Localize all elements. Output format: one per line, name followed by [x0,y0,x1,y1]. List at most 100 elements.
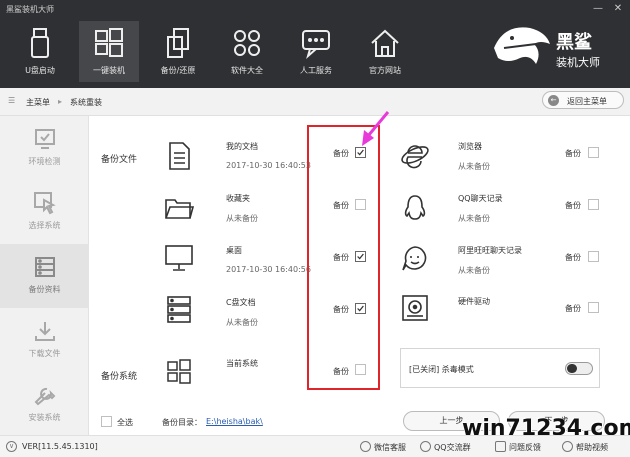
chevron-down-icon: ∨ [6,441,17,452]
item-status: 从未备份 [458,266,490,275]
backup-checkbox-qq[interactable] [588,199,599,210]
step-backup-data[interactable]: 备份资料 [0,244,89,308]
brand-logo: 黑鲨 装机大师 [490,18,620,76]
help-icon [562,441,573,452]
backup-label: 备份 [565,149,581,158]
step-sidebar: 环境检测 选择系统 备份资料 下载文件 安装系统 [0,116,89,435]
feedback-icon [495,441,506,452]
backup-checkbox-hardware-driver[interactable] [588,302,599,313]
nav-one-key-install[interactable]: 一键装机 [79,21,139,82]
annotation-arrow-icon [358,110,392,148]
backup-dir-link[interactable]: E:\heisha\bak\ [206,417,263,426]
minimize-button[interactable]: — [591,2,605,16]
item-status: 从未备份 [458,214,490,223]
feedback-link[interactable]: 问题反馈 [509,442,541,453]
windows-logo-icon [166,358,192,384]
copy-restore-icon [148,25,208,61]
nav-official-site[interactable]: 官方网站 [355,21,415,82]
step-label: 安装系统 [28,413,61,422]
item-name: C盘文档 [226,298,256,307]
ie-browser-icon [400,140,430,170]
version-text: VER[11.5.45.1310] [22,442,98,451]
item-name: 我的文档 [226,142,258,151]
item-name: 桌面 [226,246,242,255]
wrench-icon [0,383,89,407]
home-icon [355,25,415,61]
step-environment-check[interactable]: 环境检测 [0,116,89,180]
backup-label: 备份 [565,253,581,262]
antivirus-toggle[interactable] [565,362,593,375]
apps-grid-icon [217,25,277,61]
item-name: 收藏夹 [226,194,250,203]
antivirus-label: [已关闭] 杀毒模式 [409,365,474,374]
antivirus-mode-panel: [已关闭] 杀毒模式 [400,348,600,388]
item-name: 硬件驱动 [458,297,490,306]
breadcrumb-home[interactable]: 主菜单 [26,97,50,108]
nav-label: 一键装机 [93,66,125,75]
nav-label: 官方网站 [369,66,401,75]
item-status: 2017-10-30 16:40:56 [226,265,311,274]
item-status: 从未备份 [226,318,258,327]
nav-label: U盘启动 [25,66,55,75]
backup-checkbox-aliwangwang[interactable] [588,251,599,262]
back-to-menu-button[interactable]: ← 返回主菜单 [542,91,624,109]
backup-dir-label: 备份目录： [162,418,202,427]
item-name: QQ聊天记录 [458,194,503,203]
highlight-box [307,125,380,390]
breadcrumb-current: 系统重装 [70,98,102,107]
svg-text:黑鲨: 黑鲨 [556,31,592,53]
nav-manual-service[interactable]: 人工服务 [286,21,346,82]
nav-backup-restore[interactable]: 备份/还原 [148,21,208,82]
select-all-checkbox[interactable] [101,416,112,427]
monitor-check-icon [0,127,89,151]
step-download-files[interactable]: 下载文件 [0,308,89,372]
document-icon [163,140,195,172]
menu-icon: ☰ [8,96,16,105]
nav-usb-boot[interactable]: U盘启动 [10,21,70,82]
database-icon [0,255,89,279]
backup-checkbox-browser[interactable] [588,147,599,158]
svg-text:装机大师: 装机大师 [556,55,600,69]
section-backup-system: 备份系统 [101,372,138,382]
select-all-label: 全选 [117,418,133,427]
step-select-system[interactable]: 选择系统 [0,180,89,244]
item-name: 阿里旺旺聊天记录 [458,246,522,255]
item-status: 2017-10-30 16:40:53 [226,161,311,170]
usb-drive-icon [10,25,70,61]
download-icon [0,319,89,343]
nav-software[interactable]: 软件大全 [217,21,277,82]
nav-label: 人工服务 [300,66,332,75]
status-bar: ∨ VER[11.5.45.1310] 微信客服 QQ交流群 问题反馈 帮助视频 [0,435,630,457]
item-status: 从未备份 [226,214,258,223]
step-label: 下载文件 [28,349,61,358]
backup-label: 备份 [565,201,581,210]
nav-label: 软件大全 [231,66,263,75]
nav-label: 备份/还原 [160,66,196,75]
item-name: 当前系统 [226,359,258,368]
app-title: 黑鲨装机大师 [6,5,54,14]
back-button-label: 返回主菜单 [567,97,607,106]
folder-icon [163,192,195,224]
aliwangwang-icon [400,243,430,273]
server-disk-icon [163,293,195,325]
help-video-link[interactable]: 帮助视频 [576,442,608,453]
breadcrumb: ☰ 主菜单 ▸ 系统重装 ← 返回主菜单 [0,88,630,116]
qq-group-link[interactable]: QQ交流群 [434,442,471,453]
desktop-monitor-icon [163,242,195,274]
section-backup-files: 备份文件 [101,155,138,165]
backup-label: 备份 [565,304,581,313]
wechat-support-link[interactable]: 微信客服 [374,442,406,453]
wechat-icon [360,441,371,452]
cursor-select-icon [0,191,89,215]
back-arrow-icon: ← [548,95,559,106]
qq-penguin-icon [400,193,430,223]
qq-icon [420,441,431,452]
step-label: 环境检测 [28,157,61,166]
step-install-system[interactable]: 安装系统 [0,372,89,436]
windows-logo-icon [79,25,139,61]
hardware-driver-icon [400,293,430,323]
close-button[interactable]: ✕ [611,2,625,16]
item-name: 浏览器 [458,142,482,151]
step-label: 备份资料 [28,285,61,294]
toggle-knob [567,364,577,373]
